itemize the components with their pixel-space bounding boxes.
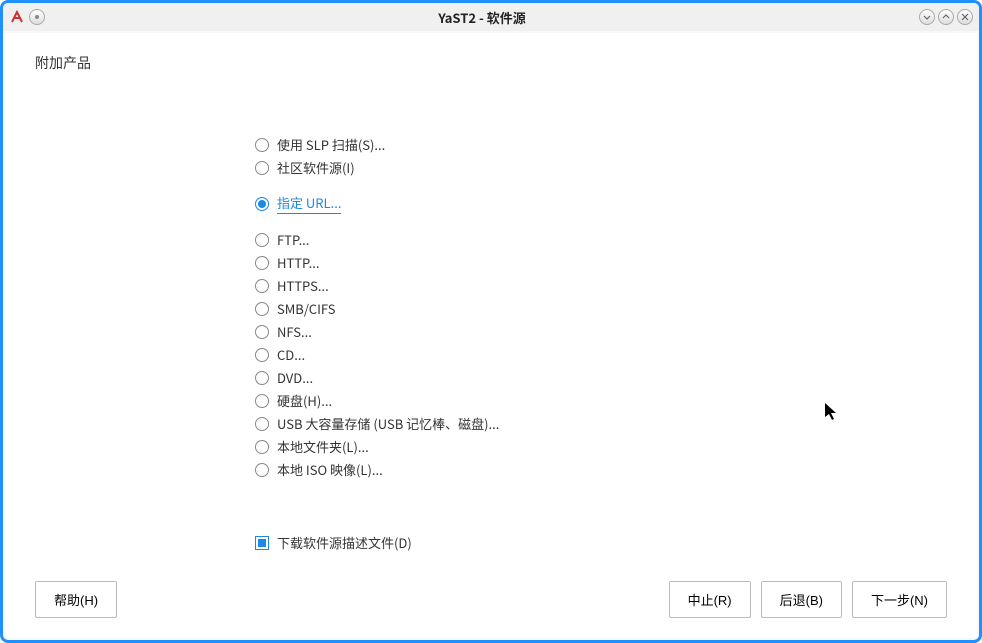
next-button[interactable]: 下一步(N): [852, 581, 947, 618]
radio-option[interactable]: FTP...: [255, 228, 947, 251]
radio-icon: [255, 279, 269, 293]
radio-option[interactable]: 硬盘(H)...: [255, 389, 947, 412]
radio-option[interactable]: HTTP...: [255, 251, 947, 274]
radio-label: NFS...: [277, 322, 312, 341]
radio-label: 社区软件源(I): [277, 158, 355, 177]
abort-button[interactable]: 中止(R): [669, 581, 751, 618]
radio-icon: [255, 371, 269, 385]
radio-icon: [255, 463, 269, 477]
radio-icon: [255, 417, 269, 431]
checkbox-icon: [255, 536, 269, 550]
download-description-checkbox[interactable]: 下载软件源描述文件(D): [255, 533, 947, 552]
back-button[interactable]: 后退(B): [761, 581, 842, 618]
radio-option[interactable]: USB 大容量存储 (USB 记忆棒、磁盘)...: [255, 412, 947, 435]
minimize-button[interactable]: [919, 9, 935, 25]
radio-icon: [255, 233, 269, 247]
content-area: 附加产品 使用 SLP 扫描(S)... 社区软件源(I) 指定 URL... FTP…: [5, 33, 977, 638]
radio-group: FTP... HTTP... HTTPS... SMB/CIFS NFS... CD...…: [255, 228, 947, 481]
radio-label: 使用 SLP 扫描(S)...: [277, 135, 385, 154]
radio-icon: [255, 302, 269, 316]
page-heading: 附加产品: [35, 53, 947, 73]
app-icon: [9, 9, 25, 25]
radio-option[interactable]: NFS...: [255, 320, 947, 343]
app-window: YaST2 - 软件源 附加产品 使用 SLP 扫描(S)... 社区软件源(I)…: [0, 0, 982, 643]
radio-icon: [255, 348, 269, 362]
radio-icon: [255, 197, 269, 211]
radio-option[interactable]: 本地 ISO 映像(L)...: [255, 458, 947, 481]
radio-label: USB 大容量存储 (USB 记忆棒、磁盘)...: [277, 414, 499, 433]
radio-icon: [255, 440, 269, 454]
help-button[interactable]: 帮助(H): [35, 581, 117, 618]
radio-group: 指定 URL...: [255, 191, 947, 216]
radio-label: HTTPS...: [277, 276, 329, 295]
radio-label: DVD...: [277, 368, 313, 387]
radio-label: CD...: [277, 345, 305, 364]
radio-label: 本地文件夹(L)...: [277, 437, 369, 456]
radio-icon: [255, 256, 269, 270]
radio-option[interactable]: 社区软件源(I): [255, 156, 947, 179]
radio-option[interactable]: 使用 SLP 扫描(S)...: [255, 133, 947, 156]
radio-option[interactable]: CD...: [255, 343, 947, 366]
radio-icon: [255, 138, 269, 152]
radio-label: HTTP...: [277, 253, 319, 272]
radio-icon: [255, 325, 269, 339]
source-type-radios: 使用 SLP 扫描(S)... 社区软件源(I) 指定 URL... FTP... HT…: [255, 133, 947, 493]
radio-option[interactable]: DVD...: [255, 366, 947, 389]
radio-label: 指定 URL...: [277, 193, 341, 214]
radio-option[interactable]: 指定 URL...: [255, 191, 947, 216]
radio-label: SMB/CIFS: [277, 299, 336, 318]
window-title: YaST2 - 软件源: [45, 8, 919, 27]
radio-icon: [255, 394, 269, 408]
button-bar: 帮助(H) 中止(R) 后退(B) 下一步(N): [35, 561, 947, 618]
titlebar-pin-button[interactable]: [29, 9, 45, 25]
radio-label: 本地 ISO 映像(L)...: [277, 460, 383, 479]
checkbox-label: 下载软件源描述文件(D): [277, 533, 412, 552]
radio-option[interactable]: SMB/CIFS: [255, 297, 947, 320]
radio-label: FTP...: [277, 230, 309, 249]
close-button[interactable]: [957, 9, 973, 25]
radio-option[interactable]: HTTPS...: [255, 274, 947, 297]
titlebar: YaST2 - 软件源: [3, 3, 979, 31]
radio-icon: [255, 161, 269, 175]
radio-label: 硬盘(H)...: [277, 391, 332, 410]
radio-group: 使用 SLP 扫描(S)... 社区软件源(I): [255, 133, 947, 179]
download-description-checkbox-row: 下载软件源描述文件(D): [255, 533, 947, 552]
radio-option[interactable]: 本地文件夹(L)...: [255, 435, 947, 458]
maximize-button[interactable]: [938, 9, 954, 25]
